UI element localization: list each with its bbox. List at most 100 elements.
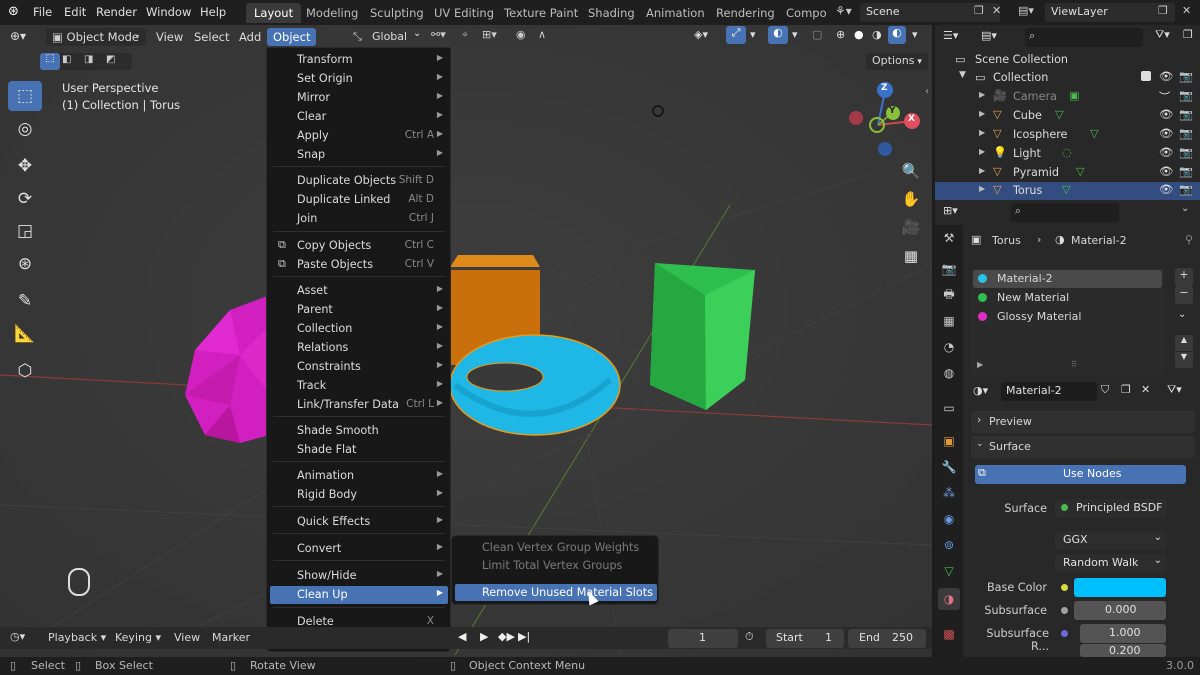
start-frame-field[interactable]: Start 1: [766, 629, 844, 648]
tab-shading[interactable]: Shading: [580, 3, 643, 23]
eye-icon[interactable]: 👁: [1159, 165, 1173, 178]
object-menu-item-parent[interactable]: Parent ▶: [270, 301, 448, 319]
outliner-collection[interactable]: ▼ ▭ Collection 👁 📷: [935, 69, 1200, 88]
menu-view[interactable]: View: [150, 28, 189, 46]
constraints-tab-icon[interactable]: ⊚: [938, 534, 960, 556]
menu-timeline-view[interactable]: View: [174, 631, 200, 644]
snap-icon[interactable]: ⌖: [462, 28, 468, 42]
current-frame-field[interactable]: 1: [668, 629, 738, 648]
perspective-grid-icon[interactable]: ▦: [897, 243, 925, 269]
world-tab-icon[interactable]: ◍: [938, 362, 960, 384]
subsurface-radius-x-field[interactable]: 1.000: [1080, 624, 1166, 643]
cleanup-item-remove-unused-material-slots[interactable]: Remove Unused Material Slots: [455, 584, 657, 601]
select-new-icon[interactable]: ⬚: [40, 53, 60, 70]
visibility-icon[interactable]: ◈▾: [694, 28, 708, 41]
outliner-item-camera[interactable]: ▶ 🎥 Camera ▣ ︶ 📷: [935, 88, 1200, 107]
material-name-field[interactable]: Material-2: [1001, 382, 1097, 401]
orientation-selector[interactable]: Global: [372, 30, 407, 43]
scale-tool[interactable]: ◲: [8, 216, 42, 246]
expand-icon[interactable]: ▶: [979, 166, 985, 175]
object-menu-item-relations[interactable]: Relations ▶: [270, 339, 448, 357]
material-slot-item[interactable]: New Material: [973, 289, 1162, 307]
particles-tab-icon[interactable]: ⁂: [938, 482, 960, 504]
scene-tab-icon[interactable]: ◔: [938, 336, 960, 358]
object-menu-item-apply[interactable]: Apply Ctrl A ▶: [270, 127, 448, 145]
object-menu-item-clean-up[interactable]: Clean Up ▶: [270, 586, 448, 604]
object-menu-item-set-origin[interactable]: Set Origin ▶: [270, 70, 448, 88]
tab-animation[interactable]: Animation: [638, 3, 713, 23]
shading-material-icon[interactable]: ◑: [872, 28, 882, 41]
outliner-item-icosphere[interactable]: ▶ ▽ Icosphere ▽ 👁 📷: [935, 126, 1200, 145]
object-menu-item-constraints[interactable]: Constraints ▶: [270, 358, 448, 376]
object-menu-item-show-hide[interactable]: Show/Hide ▶: [270, 567, 448, 585]
view-layer-tab-icon[interactable]: ▦: [938, 310, 960, 332]
subsurface-value-field[interactable]: 0.000: [1074, 601, 1166, 620]
object-menu-item-collection[interactable]: Collection ▶: [270, 320, 448, 338]
object-menu-item-shade-flat[interactable]: Shade Flat: [270, 441, 448, 459]
object-menu-item-rigid-body[interactable]: Rigid Body ▶: [270, 486, 448, 504]
eye-icon[interactable]: 👁: [1159, 108, 1173, 121]
object-menu-item-convert[interactable]: Convert ▶: [270, 540, 448, 558]
unlink-material-icon[interactable]: ✕: [1141, 383, 1150, 396]
expand-icon[interactable]: ▶: [979, 184, 985, 193]
object-menu-item-clear[interactable]: Clear ▶: [270, 108, 448, 126]
menu-render[interactable]: Render: [96, 5, 137, 19]
camera-render-icon[interactable]: 📷: [1179, 70, 1193, 83]
tab-modeling[interactable]: Modeling: [298, 3, 366, 23]
zoom-icon[interactable]: 🔍: [897, 158, 925, 184]
filter-icon[interactable]: ⛛▾: [1155, 28, 1170, 42]
data-tab-icon[interactable]: ▽: [938, 560, 960, 582]
mode-selector[interactable]: ▣ Object Mode ⌄: [46, 28, 146, 46]
add-slot-button[interactable]: +: [1175, 268, 1193, 286]
object-menu-item-animation[interactable]: Animation ▶: [270, 467, 448, 485]
new-collection-icon[interactable]: ❐: [1183, 28, 1193, 41]
tool-tab-icon[interactable]: ⚒: [938, 227, 960, 249]
remove-slot-button[interactable]: −: [1175, 286, 1193, 304]
tab-compositing[interactable]: Compo: [778, 3, 835, 23]
outliner-editor-icon[interactable]: ☰▾: [943, 29, 958, 42]
eye-icon[interactable]: 👁: [1159, 183, 1173, 196]
shading-wireframe-icon[interactable]: ⊕: [836, 28, 845, 41]
viewlayer-icon[interactable]: ▤▾: [1018, 4, 1034, 17]
slot-specials-icon[interactable]: ⌄: [1178, 309, 1186, 320]
select-subtract-icon[interactable]: ◨: [84, 54, 93, 65]
menu-select[interactable]: Select: [188, 28, 235, 46]
eye-icon[interactable]: 👁: [1159, 70, 1173, 83]
outliner-item-light[interactable]: ▶ 💡 Light ◌ 👁 📷: [935, 145, 1200, 164]
cursor-tool[interactable]: ◎: [8, 114, 42, 144]
distribution-select[interactable]: GGX ⌄: [1055, 531, 1167, 550]
outliner-item-pyramid[interactable]: ▶ ▽ Pyramid ▽ 👁 📷: [935, 164, 1200, 183]
display-mode-icon[interactable]: ▤▾: [981, 29, 997, 42]
chevron-down-icon[interactable]: ⌄: [1181, 203, 1189, 214]
object-menu-item-shade-smooth[interactable]: Shade Smooth: [270, 422, 448, 440]
xray-icon[interactable]: ▢: [812, 28, 822, 41]
tab-texture-paint[interactable]: Texture Paint: [496, 3, 586, 23]
texture-tab-icon[interactable]: ▩: [938, 623, 960, 645]
select-extend-icon[interactable]: ◧: [62, 54, 71, 65]
tab-layout[interactable]: Layout: [246, 3, 302, 23]
eye-closed-icon[interactable]: ︶: [1159, 89, 1170, 105]
physics-tab-icon[interactable]: ◉: [938, 508, 960, 530]
orientation-icon[interactable]: ⤡: [353, 30, 362, 44]
material-slot-item[interactable]: Glossy Material: [973, 308, 1162, 326]
select-invert-icon[interactable]: ◩: [106, 54, 115, 65]
eye-icon[interactable]: 👁: [1159, 127, 1173, 140]
pan-hand-icon[interactable]: ✋: [897, 186, 925, 212]
object-menu-item-paste-objects[interactable]: ⧉ Paste Objects Ctrl V: [270, 256, 448, 274]
shading-dropdown-icon[interactable]: ▾: [912, 28, 918, 41]
menu-marker[interactable]: Marker: [212, 631, 250, 644]
object-menu-item-copy-objects[interactable]: ⧉ Copy Objects Ctrl C: [270, 237, 448, 255]
object-menu-item-quick-effects[interactable]: Quick Effects ▶: [270, 513, 448, 531]
object-menu-item-snap[interactable]: Snap ▶: [270, 146, 448, 164]
overlay-dropdown-icon[interactable]: ▾: [792, 28, 798, 41]
transform-tool[interactable]: ⊛: [8, 249, 42, 279]
outliner-search-input[interactable]: ⌕: [1025, 28, 1143, 47]
object-menu-item-asset[interactable]: Asset ▶: [270, 282, 448, 300]
options-button[interactable]: Options ▾: [866, 53, 928, 70]
overlay-toggle-icon[interactable]: ◐: [768, 26, 788, 44]
menu-add[interactable]: Add: [233, 28, 267, 46]
collapse-sidebar-icon[interactable]: ‹: [925, 86, 929, 97]
camera-render-icon[interactable]: 📷: [1179, 127, 1193, 140]
annotate-tool[interactable]: ✎: [8, 286, 42, 316]
select-box-tool[interactable]: ⬚: [8, 81, 42, 111]
